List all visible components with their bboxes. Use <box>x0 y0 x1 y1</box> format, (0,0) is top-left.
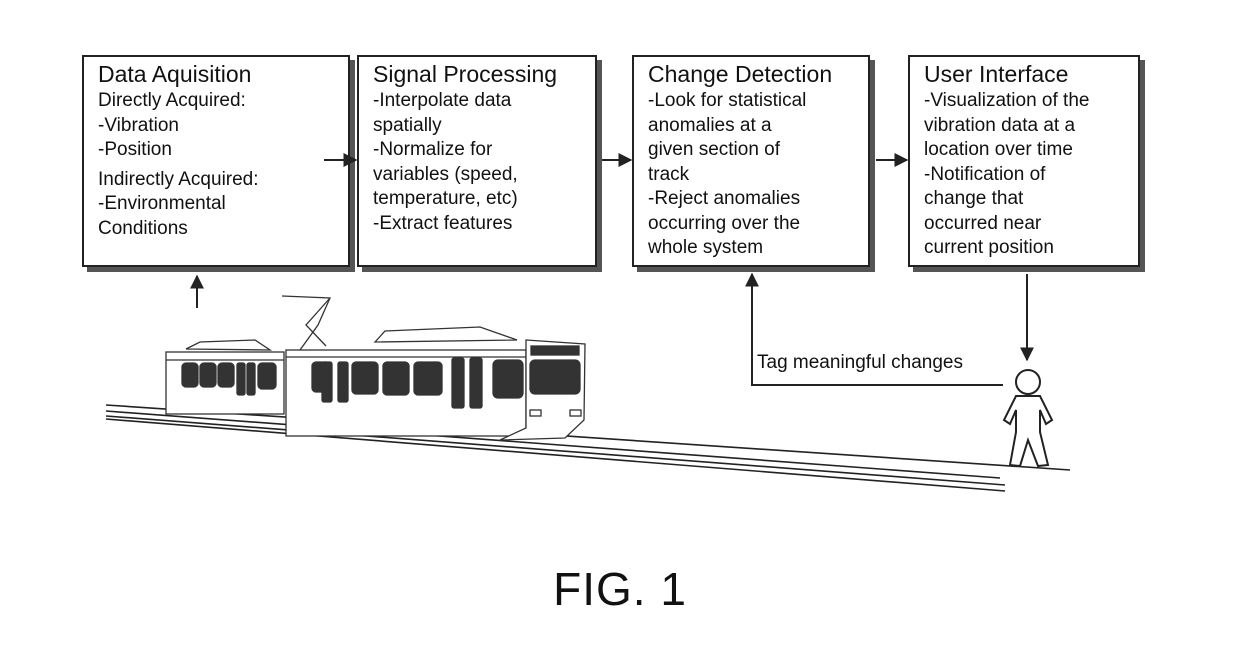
railway-track <box>105 404 1071 492</box>
person-icon <box>1002 369 1054 468</box>
diagram-graphics <box>105 153 1071 492</box>
figure-label: FIG. 1 <box>553 563 687 615</box>
feedback-label: Tag meaningful changes <box>757 352 963 373</box>
train-illustration <box>165 295 586 441</box>
